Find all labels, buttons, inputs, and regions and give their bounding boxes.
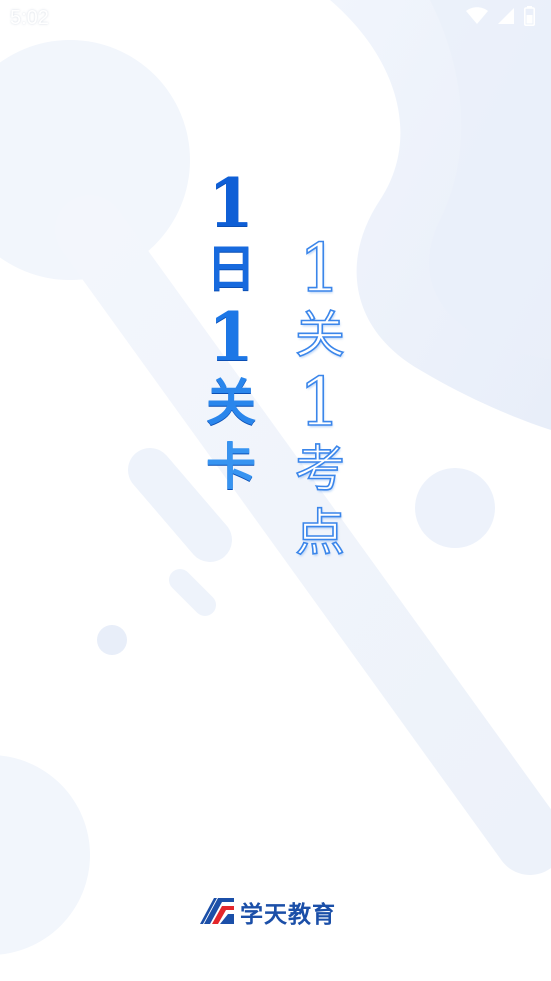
slogan-left-char-3: 1	[208, 298, 254, 376]
slogan-right-char-1: 1	[298, 230, 342, 307]
notification-icon	[62, 8, 77, 28]
background-decoration	[0, 0, 551, 955]
bg-circle-bottom-left	[0, 755, 90, 955]
slogan-right-char-4: 考	[294, 440, 346, 498]
signal-icon	[498, 8, 514, 28]
slogan-right-char-5: 点	[294, 504, 346, 562]
status-time: 5:02	[10, 6, 49, 29]
brand-logo: 学天教育	[200, 896, 336, 928]
xuetian-logo-icon	[200, 896, 234, 928]
slogan-left-char-5: 卡	[206, 437, 256, 496]
slogan-right-char-2: 关	[294, 306, 346, 364]
status-bar: 5:02	[0, 0, 551, 36]
bg-stripe-small-2	[169, 569, 216, 616]
brand-name: 学天教育	[240, 902, 336, 928]
bg-circle-tiny	[97, 625, 127, 655]
battery-icon	[524, 6, 535, 30]
status-right	[466, 6, 541, 30]
bg-circle-small-right	[415, 468, 495, 548]
slogan-right-char-3: 1	[298, 364, 342, 441]
slogan-left-char-2: 日	[206, 239, 256, 298]
slogan-left-char-4: 关	[206, 373, 256, 432]
status-left: 5:02	[10, 7, 77, 30]
slogan-left-column: 1 日 1 关 卡	[196, 170, 266, 502]
wifi-icon	[466, 7, 488, 29]
splash-screen: 5:02 1 日 1 关 卡 1 关 1 考 点 学天教育	[0, 0, 551, 981]
slogan-left-char-1: 1	[208, 164, 254, 242]
slogan-right-column: 1 关 1 考 点	[284, 230, 356, 568]
